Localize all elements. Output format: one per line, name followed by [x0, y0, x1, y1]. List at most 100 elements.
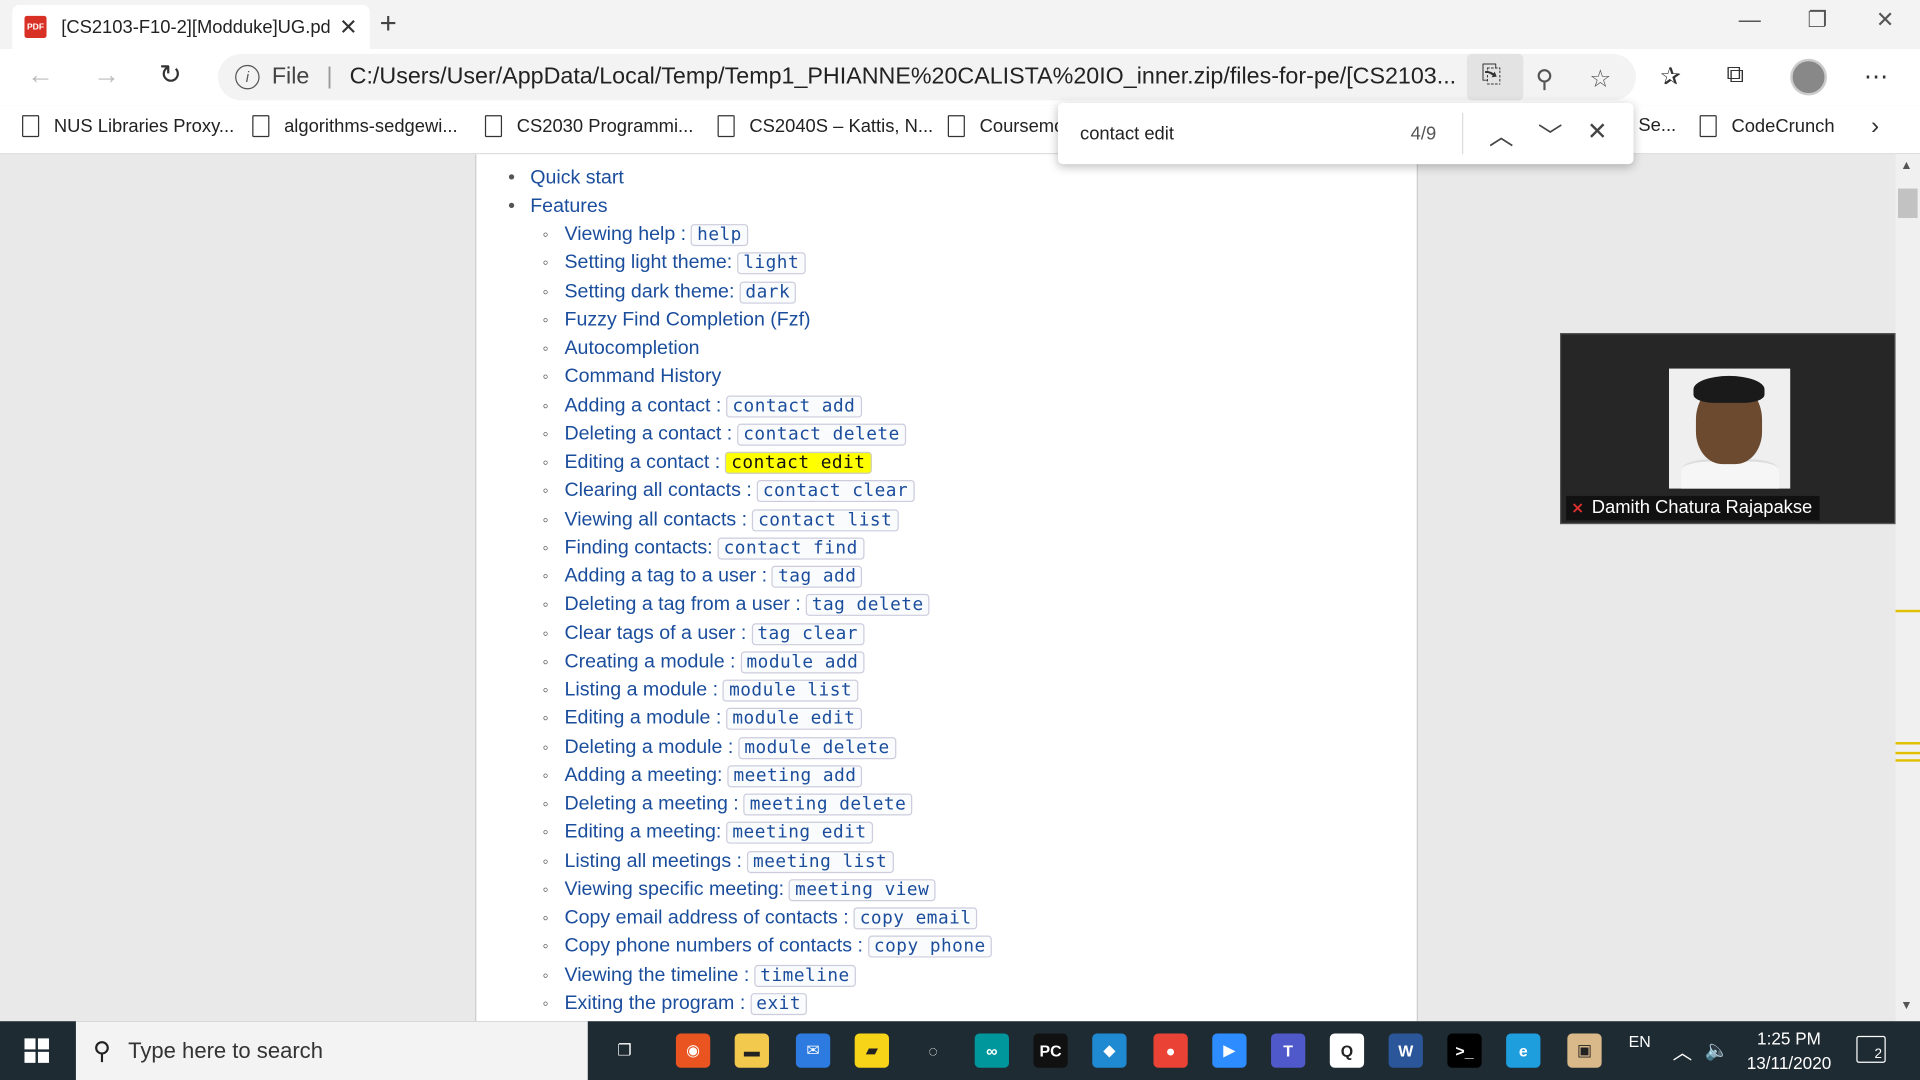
- toc-feature-item[interactable]: Command History: [542, 363, 991, 391]
- more-options-icon[interactable]: ⋯: [1864, 61, 1888, 92]
- toc-feature-item[interactable]: Finding contacts:contact find: [542, 534, 991, 562]
- chevron-right-icon[interactable]: ›: [1871, 113, 1879, 141]
- toc-feature-label: Exiting the program :: [564, 992, 746, 1014]
- scrollbar-thumb[interactable]: [1897, 188, 1918, 218]
- minimize-icon[interactable]: —: [1739, 7, 1761, 33]
- profile-avatar[interactable]: [1790, 58, 1827, 96]
- language-indicator[interactable]: EN: [1629, 1011, 1651, 1070]
- toc-feature-item[interactable]: Editing a module :module edit: [542, 704, 991, 733]
- arduino-icon[interactable]: ∞: [974, 1033, 1009, 1068]
- favorite-item[interactable]: Se...: [1638, 115, 1676, 136]
- vertical-scrollbar[interactable]: ▲ ▼: [1895, 154, 1920, 1022]
- favorite-item[interactable]: CS2030 Programmi...: [484, 115, 693, 138]
- forward-icon[interactable]: →: [93, 59, 120, 91]
- chevron-up-icon[interactable]: ︿: [1673, 1021, 1693, 1080]
- toc-feature-item[interactable]: Listing all meetings :meeting list: [542, 847, 991, 875]
- ubuntu-icon[interactable]: ◉: [675, 1033, 711, 1068]
- spinner-app-icon[interactable]: ◌: [915, 1033, 951, 1068]
- toc-feature-item[interactable]: Viewing help :help: [542, 220, 991, 249]
- contacts-app-icon[interactable]: ▣: [1567, 1033, 1602, 1068]
- toc-feature-label: Viewing help :: [564, 224, 687, 245]
- volume-icon[interactable]: 🔈: [1705, 1021, 1729, 1080]
- toc-feature-item[interactable]: Viewing all contacts :contact list: [542, 505, 991, 534]
- close-tab-icon[interactable]: ✕: [339, 14, 357, 40]
- video-call-window[interactable]: ⨯ Damith Chatura Rajapakse: [1560, 333, 1896, 525]
- back-icon[interactable]: ←: [27, 59, 54, 91]
- vscode-icon[interactable]: ◆: [1092, 1033, 1127, 1068]
- close-find-icon[interactable]: ✕: [1587, 116, 1608, 147]
- favorite-item[interactable]: Coursemo: [947, 115, 1064, 138]
- start-button[interactable]: [24, 1038, 49, 1063]
- edge-icon[interactable]: e: [1506, 1033, 1541, 1068]
- search-app-icon[interactable]: Q: [1329, 1033, 1365, 1068]
- find-divider: [1462, 112, 1464, 155]
- task-view-icon[interactable]: ❐: [607, 1033, 642, 1068]
- zoom-icon[interactable]: ⚲: [1536, 64, 1554, 95]
- page-icon: [947, 115, 965, 138]
- reader-icon: ⎘: [1481, 61, 1502, 89]
- toc-item-features[interactable]: Features: [508, 192, 624, 220]
- pycharm-icon[interactable]: PC: [1033, 1033, 1068, 1068]
- toc-feature-item[interactable]: Adding a tag to a user :tag add: [542, 562, 991, 591]
- find-input[interactable]: contact edit: [1080, 123, 1174, 144]
- sticky-notes-icon[interactable]: ▰: [854, 1033, 889, 1068]
- toc-feature-item[interactable]: Editing a meeting:meeting edit: [542, 818, 991, 847]
- toc-item-quick-start[interactable]: Quick start: [508, 164, 624, 192]
- favorite-item[interactable]: NUS Libraries Proxy...: [22, 115, 234, 138]
- windows-logo-tile: [37, 1038, 49, 1050]
- page-icon: [1699, 115, 1717, 138]
- toc-feature-item[interactable]: Copy phone numbers of contacts :copy pho…: [542, 932, 992, 961]
- file-explorer-icon[interactable]: ▬: [734, 1033, 769, 1068]
- toc-feature-item[interactable]: Deleting a meeting :meeting delete: [542, 790, 991, 818]
- favorites-icon[interactable]: ✰: [1660, 61, 1681, 92]
- toc-feature-item[interactable]: Copy email address of contacts :copy ema…: [542, 904, 991, 932]
- close-window-icon[interactable]: ✕: [1876, 7, 1894, 33]
- toc-feature-item[interactable]: Listing a module :module list: [542, 676, 991, 704]
- favorite-star-icon[interactable]: ☆: [1589, 64, 1611, 95]
- terminal-icon[interactable]: >_: [1447, 1033, 1482, 1068]
- address-url[interactable]: C:/Users/User/AppData/Local/Temp/Temp1_P…: [350, 64, 1470, 91]
- previous-match-icon[interactable]: ︿: [1489, 116, 1513, 152]
- search-placeholder: Type here to search: [128, 1037, 323, 1063]
- toc-feature-item[interactable]: Viewing the timeline :timeline: [542, 961, 991, 989]
- favorite-item[interactable]: CS2040S – Kattis, N...: [717, 115, 933, 138]
- taskbar-search[interactable]: ⚲ Type here to search: [75, 1021, 588, 1080]
- toc-feature-item[interactable]: Fuzzy Find Completion (Fzf): [542, 306, 991, 334]
- word-icon[interactable]: W: [1388, 1033, 1423, 1068]
- next-match-icon[interactable]: ﹀: [1538, 116, 1562, 152]
- browser-tab[interactable]: PDF [CS2103-F10-2][Modduke]UG.pdf ✕: [12, 4, 370, 49]
- toc-feature-item[interactable]: Adding a meeting:meeting add: [542, 761, 991, 790]
- toc-feature-item[interactable]: Creating a module :module add: [542, 647, 991, 676]
- toc-feature-item[interactable]: Deleting a module :module delete: [542, 733, 991, 761]
- new-tab-icon[interactable]: +: [380, 7, 397, 41]
- toc-feature-item[interactable]: Viewing specific meeting:meeting view: [542, 875, 991, 904]
- toc-feature-item[interactable]: Deleting a tag from a user :tag delete: [542, 591, 991, 619]
- toc-feature-item[interactable]: Exiting the program :exit: [542, 989, 991, 1018]
- favorite-item[interactable]: algorithms-sedgewi...: [252, 115, 458, 138]
- scroll-up-icon[interactable]: ▲: [1900, 159, 1912, 172]
- clock[interactable]: 1:25 PM 13/11/2020: [1736, 1026, 1841, 1075]
- collections-icon[interactable]: ⧉: [1727, 61, 1744, 89]
- teams-icon[interactable]: T: [1271, 1033, 1306, 1068]
- scroll-down-icon[interactable]: ▼: [1900, 999, 1912, 1012]
- mail-icon[interactable]: ✉: [795, 1033, 831, 1068]
- zoom-icon[interactable]: ▶: [1212, 1033, 1247, 1068]
- toc-feature-item[interactable]: Editing a contact :contact edit: [542, 448, 991, 477]
- toc-feature-item[interactable]: Clear tags of a user :tag clear: [542, 619, 991, 647]
- favorite-item[interactable]: CodeCrunch: [1699, 115, 1835, 138]
- toc-feature-item[interactable]: Deleting a contact :contact delete: [542, 420, 991, 448]
- chrome-icon[interactable]: ●: [1153, 1033, 1188, 1068]
- restore-icon[interactable]: ❐: [1807, 7, 1827, 33]
- immersive-reader-button[interactable]: ⎘: [1466, 53, 1524, 101]
- info-icon[interactable]: i: [235, 64, 260, 90]
- toc-feature-item[interactable]: Clearing all contacts :contact clear: [542, 477, 991, 505]
- toc-feature-item[interactable]: Setting light theme:light: [542, 249, 991, 277]
- toc-command: module add: [740, 651, 865, 674]
- address-bar[interactable]: i File | C:/Users/User/AppData/Local/Tem…: [217, 53, 1636, 101]
- toc-feature-item[interactable]: Setting dark theme:dark: [542, 277, 991, 306]
- refresh-icon[interactable]: ↻: [159, 59, 182, 91]
- notification-center-icon[interactable]: 2: [1856, 1035, 1886, 1063]
- mic-muted-icon: ⨯: [1571, 497, 1585, 517]
- toc-feature-item[interactable]: Autocompletion: [542, 334, 991, 362]
- toc-feature-item[interactable]: Adding a contact :contact add: [542, 391, 991, 420]
